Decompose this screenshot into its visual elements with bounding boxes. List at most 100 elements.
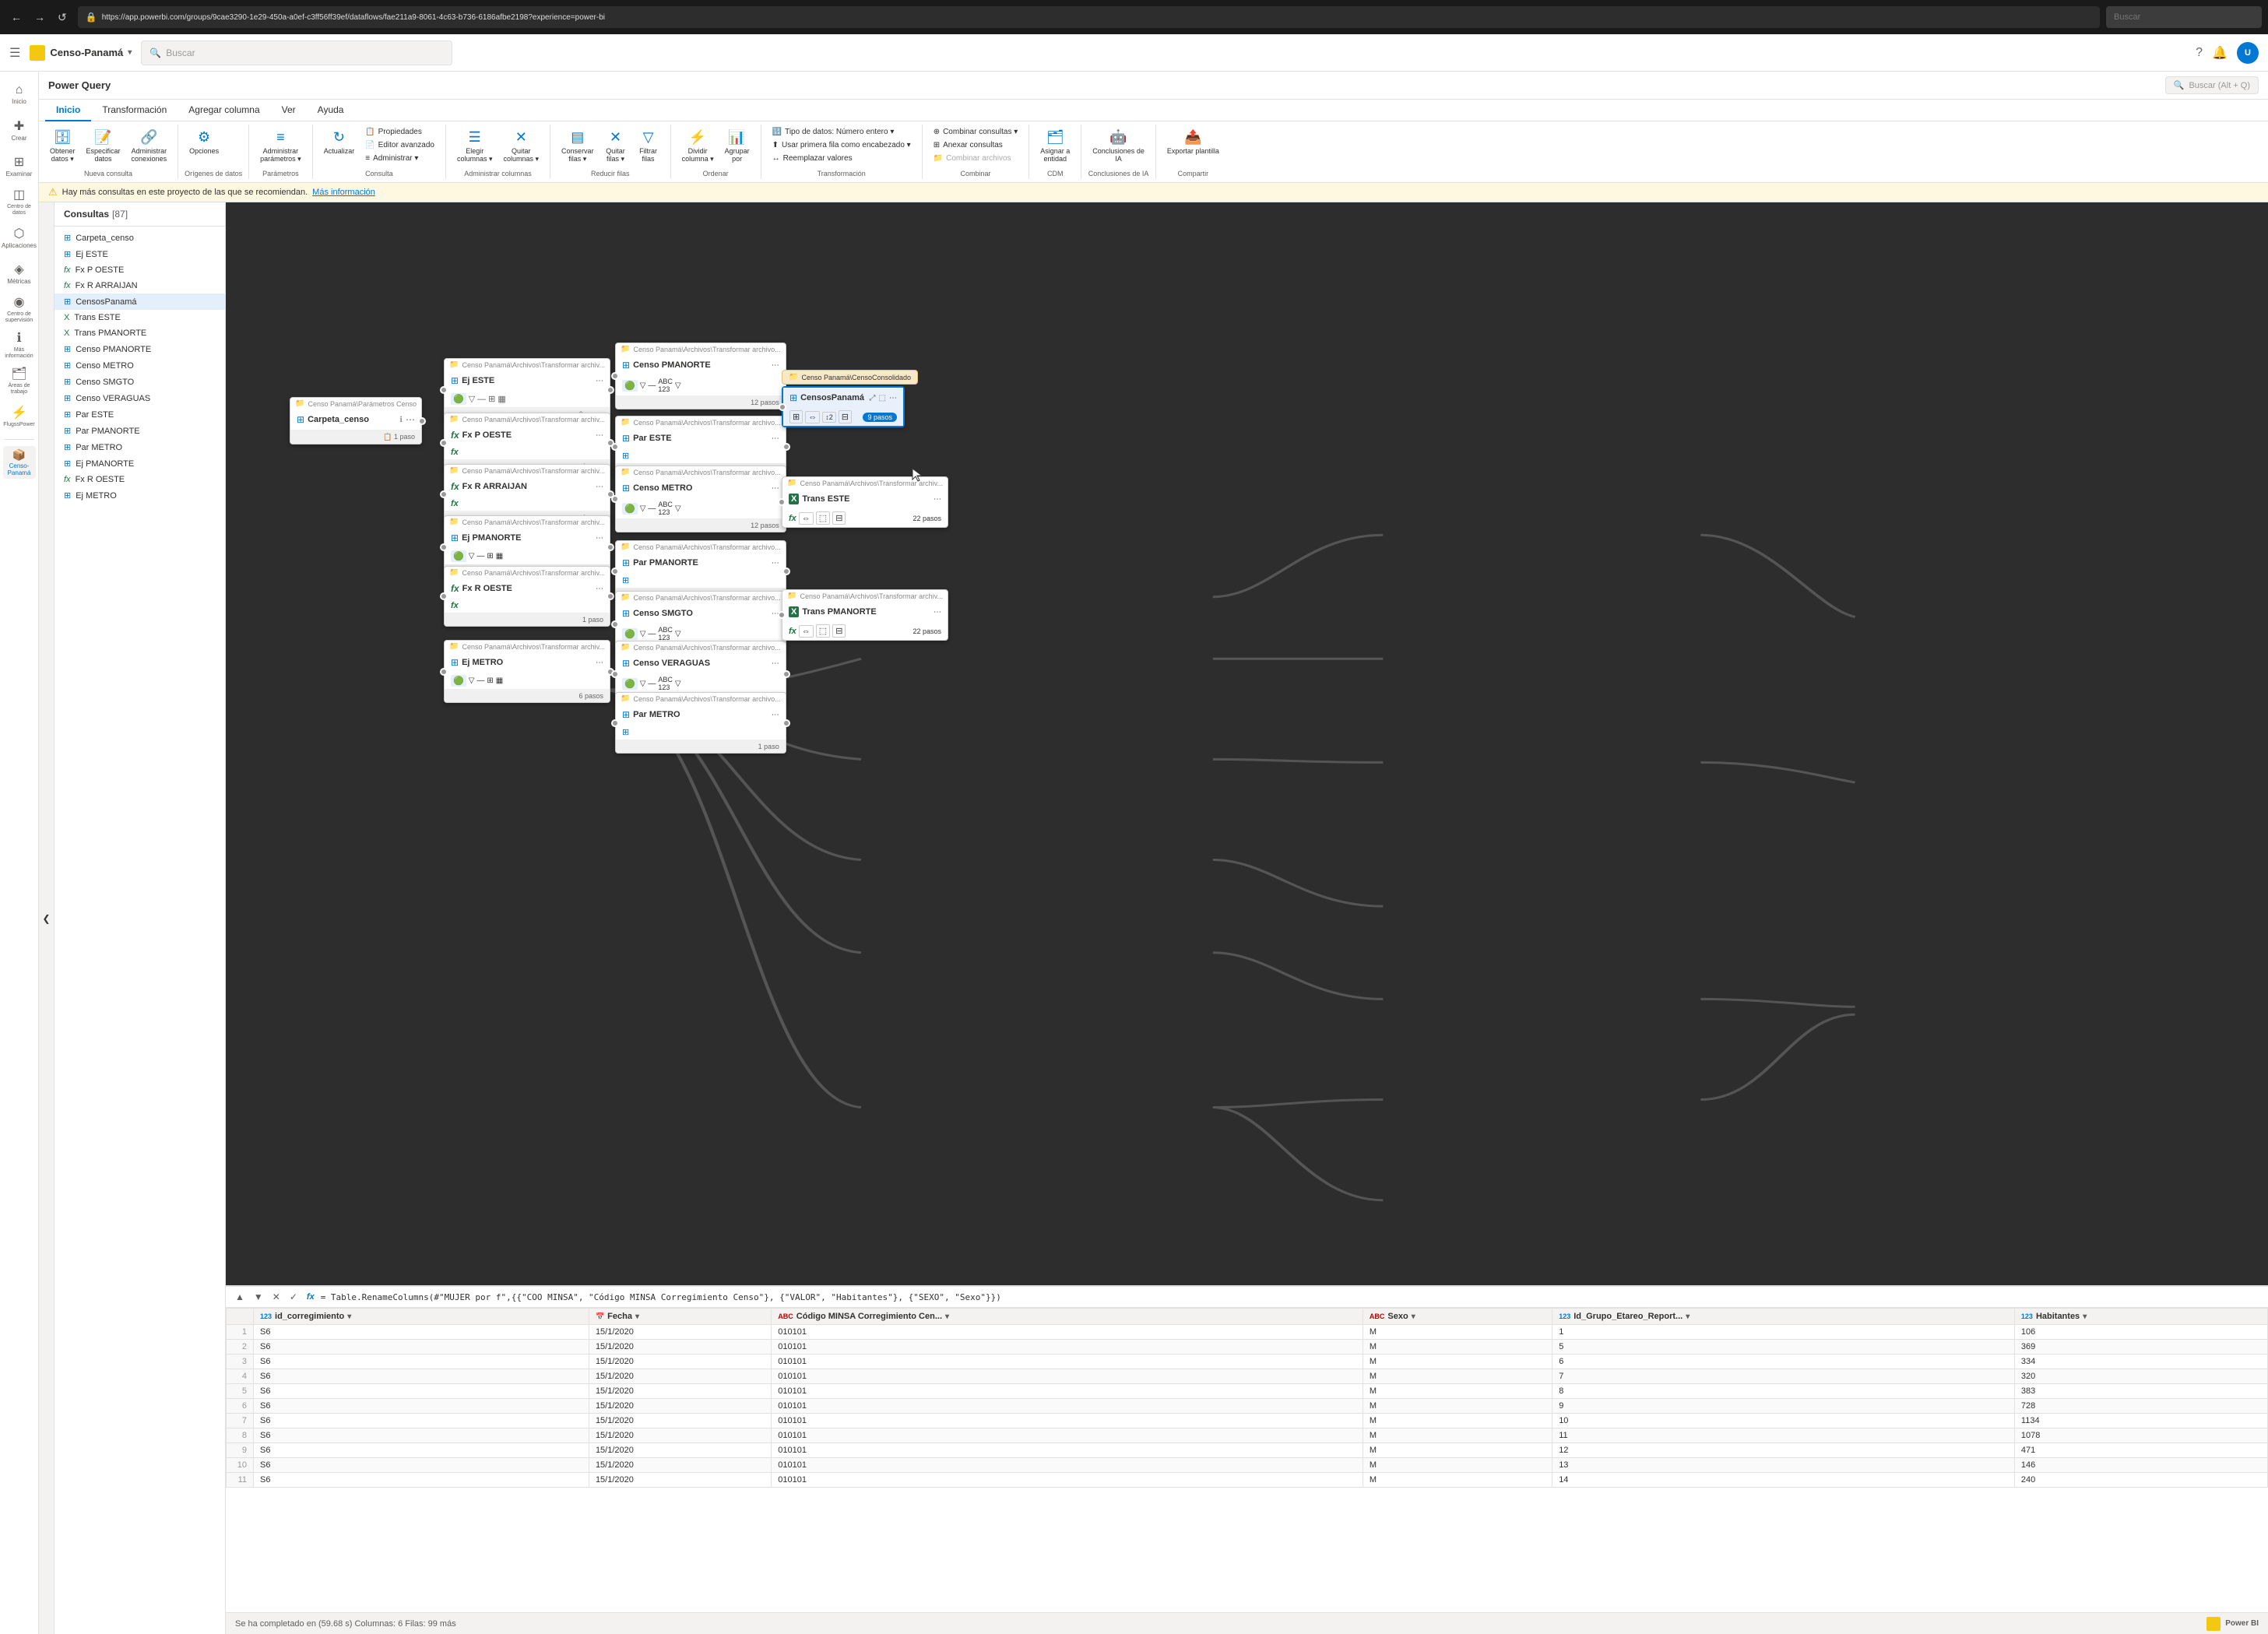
quitar-columnas-button[interactable]: ✕ Quitarcolumnas ▾ [499, 126, 544, 167]
list-item[interactable]: ⊞ Ej ESTE [55, 246, 225, 262]
icon-1[interactable]: 🟢 [622, 503, 638, 515]
node-censo-metro[interactable]: 📁 Censo Panamá\Archivos\Transformar arch… [615, 466, 786, 532]
conclusiones-ia-button[interactable]: 🤖 Conclusiones deIA [1088, 126, 1149, 166]
icon-4[interactable]: ABC123 [658, 378, 673, 393]
col-filter-icon[interactable]: ▾ [347, 1312, 351, 1321]
sidebar-item-inicio[interactable]: ⌂ Inicio [3, 78, 36, 111]
browser-search-input[interactable] [2106, 6, 2262, 28]
more-icon[interactable]: ⋯ [596, 483, 603, 491]
icon-5[interactable]: ▦ [496, 676, 503, 685]
list-item[interactable]: ⊞ Ej PMANORTE [55, 455, 225, 472]
sidebar-item-examinar[interactable]: ⊞ Examinar [3, 149, 36, 182]
administrar-parametros-button[interactable]: ≡ Administrarparámetros ▾ [255, 126, 306, 167]
list-item[interactable]: X Trans ESTE [55, 310, 225, 325]
col-filter-icon[interactable]: ▾ [1686, 1312, 1690, 1321]
dividir-columna-button[interactable]: ⚡ Dividircolumna ▾ [677, 126, 719, 167]
node-censo-pmanorte[interactable]: 📁 Censo Panamá\Archivos\Transformar arch… [615, 343, 786, 409]
icon-1[interactable]: 🟢 [451, 550, 466, 562]
node-trans-pmanorte[interactable]: 📁 Censo Panamá\Archivos\Transformar arch… [782, 589, 948, 641]
sidebar-item-info[interactable]: ℹ Más información [3, 329, 36, 361]
icon-3[interactable]: ⬚ [816, 511, 830, 525]
tab-ver[interactable]: Ver [271, 100, 307, 121]
filter-icon-2[interactable]: ▽ [469, 394, 475, 404]
icon-5[interactable]: ▽ [675, 680, 681, 688]
more-icon[interactable]: ⋯ [596, 585, 603, 593]
list-item[interactable]: ⊞ Censo PMANORTE [55, 341, 225, 357]
maximize-icon[interactable]: ⬚ [879, 394, 886, 402]
usar-primera-fila-button[interactable]: ⬆ Usar primera fila como encabezado ▾ [768, 139, 916, 151]
icon-2[interactable]: ⇔ [805, 411, 820, 423]
icon-2[interactable]: ▽ [640, 680, 646, 688]
formula-cancel-button[interactable]: ✕ [269, 1290, 283, 1304]
icon-5[interactable]: ▽ [675, 504, 681, 513]
administrar-conexiones-button[interactable]: 🔗 Administrarconexiones [127, 126, 172, 166]
tab-agregar-columna[interactable]: Agregar columna [178, 100, 270, 121]
sidebar-item-centro-datos[interactable]: ◫ Centro de datos [3, 185, 36, 218]
sidebar-item-censo[interactable]: 📦 Censo-Panamá [3, 446, 36, 479]
more-icon[interactable]: ⋯ [772, 659, 779, 668]
exportar-plantilla-button[interactable]: 📤 Exportar plantilla [1162, 126, 1224, 158]
sidebar-toggle[interactable]: ❮ [39, 202, 55, 1634]
sidebar-item-aplicaciones[interactable]: ⬡ Aplicaciones [3, 221, 36, 254]
col-filter-icon[interactable]: ▾ [635, 1312, 639, 1321]
list-item[interactable]: fx Fx R ARRAIJAN [55, 278, 225, 293]
col-header-sexo[interactable]: ABC Sexo ▾ [1363, 1309, 1552, 1325]
icon-1[interactable]: 🟢 [622, 380, 638, 392]
col-header-grupo[interactable]: 123 Id_Grupo_Etareo_Report... ▾ [1552, 1309, 2015, 1325]
node-fx-r-oeste[interactable]: 📁 Censo Panamá\Archivos\Transformar arch… [444, 566, 610, 627]
administrar-button[interactable]: ≡ Administrar ▾ [360, 153, 439, 164]
combinar-consultas-button[interactable]: ⊕ Combinar consultas ▾ [929, 126, 1023, 138]
node-ej-este[interactable]: 📁 Censo Panamá\Archivos\Transformar arch… [444, 358, 610, 421]
col-filter-icon[interactable]: ▾ [1412, 1312, 1415, 1321]
icon-4[interactable]: ⊞ [487, 552, 493, 560]
icon-4[interactable]: ⊟ [839, 410, 852, 423]
col-header-habitantes[interactable]: 123 Habitantes ▾ [2014, 1309, 2267, 1325]
icon-4[interactable]: ABC123 [658, 676, 673, 691]
sidebar-item-supervision[interactable]: ◉ Centro de supervisión [3, 293, 36, 325]
node-carpeta-censo[interactable]: 📁 Censo Panamá\Parámetros Censo ⊞ Carpet… [290, 397, 422, 445]
more-icon[interactable]: ⋯ [934, 495, 941, 504]
icon-3[interactable]: — [648, 630, 656, 638]
filter-icon-4[interactable]: ⊞ [488, 394, 495, 404]
more-icon[interactable]: ⋯ [772, 559, 779, 568]
more-icon[interactable]: ⋯ [772, 434, 779, 443]
icon-3[interactable]: ⬚ [816, 624, 830, 638]
expand-icon[interactable]: ⤢ [870, 394, 876, 402]
data-table-container[interactable]: 123 id_corregimiento ▾ 📅 Fecha [226, 1308, 2268, 1612]
icon-2[interactable]: ▽ [640, 504, 646, 513]
icon-4[interactable]: ABC123 [658, 626, 673, 641]
icon-1[interactable]: ⊞ [789, 410, 803, 423]
sidebar-item-metricas[interactable]: ◈ Métricas [3, 257, 36, 290]
formula-input[interactable]: = Table.RenameColumns(#"MUJER por f",{{"… [321, 1292, 2262, 1302]
list-item[interactable]: X Trans PMANORTE [55, 325, 225, 341]
list-item[interactable]: fx Fx R OESTE [55, 472, 225, 487]
col-header-codigo[interactable]: ABC Código MINSA Corregimiento Cen... ▾ [772, 1309, 1363, 1325]
agrupar-por-button[interactable]: 📊 Agruparpor [720, 126, 754, 166]
help-icon[interactable]: ? [2196, 46, 2203, 60]
icon-3[interactable]: — [476, 552, 484, 560]
icon-4[interactable]: ABC123 [658, 501, 673, 516]
filter-icon-3[interactable]: — [477, 395, 486, 404]
forward-button[interactable]: → [30, 8, 50, 26]
more-icon[interactable]: ⋯ [889, 394, 897, 402]
elegir-columnas-button[interactable]: ☰ Elegircolumnas ▾ [452, 126, 498, 167]
more-icon[interactable]: ⋯ [772, 361, 779, 370]
icon-5[interactable]: ▦ [496, 552, 503, 560]
list-item[interactable]: fx Fx P OESTE [55, 262, 225, 278]
list-item[interactable]: ⊞ Censo SMGTO [55, 374, 225, 390]
more-icon[interactable]: ⋯ [406, 414, 415, 425]
tab-inicio[interactable]: Inicio [45, 100, 91, 121]
avatar[interactable]: U [2237, 42, 2259, 64]
dropdown-arrow[interactable]: ▾ [128, 48, 132, 57]
node-censos-panama[interactable]: ⊞ CensosPanamá ⤢ ⬚ ⋯ ⊞ ⇔ ↕2 ⊟ 9 pasos [782, 386, 905, 427]
list-item[interactable]: ⊞ Carpeta_censo [55, 230, 225, 246]
filter-icon-5[interactable]: ▦ [498, 394, 505, 404]
pq-search[interactable]: 🔍 Buscar (Alt + Q) [2165, 76, 2259, 94]
more-icon[interactable]: ⋯ [596, 534, 603, 543]
icon-2[interactable]: ▽ [640, 381, 646, 390]
icon-2[interactable]: ▽ [469, 676, 475, 685]
list-item[interactable]: ⊞ Par PMANORTE [55, 423, 225, 439]
address-bar[interactable]: 🔒 https://app.powerbi.com/groups/9cae329… [78, 6, 2100, 28]
tab-transformacion[interactable]: Transformación [91, 100, 178, 121]
sidebar-item-fluggs[interactable]: ⚡ FlugssPower [3, 400, 36, 433]
